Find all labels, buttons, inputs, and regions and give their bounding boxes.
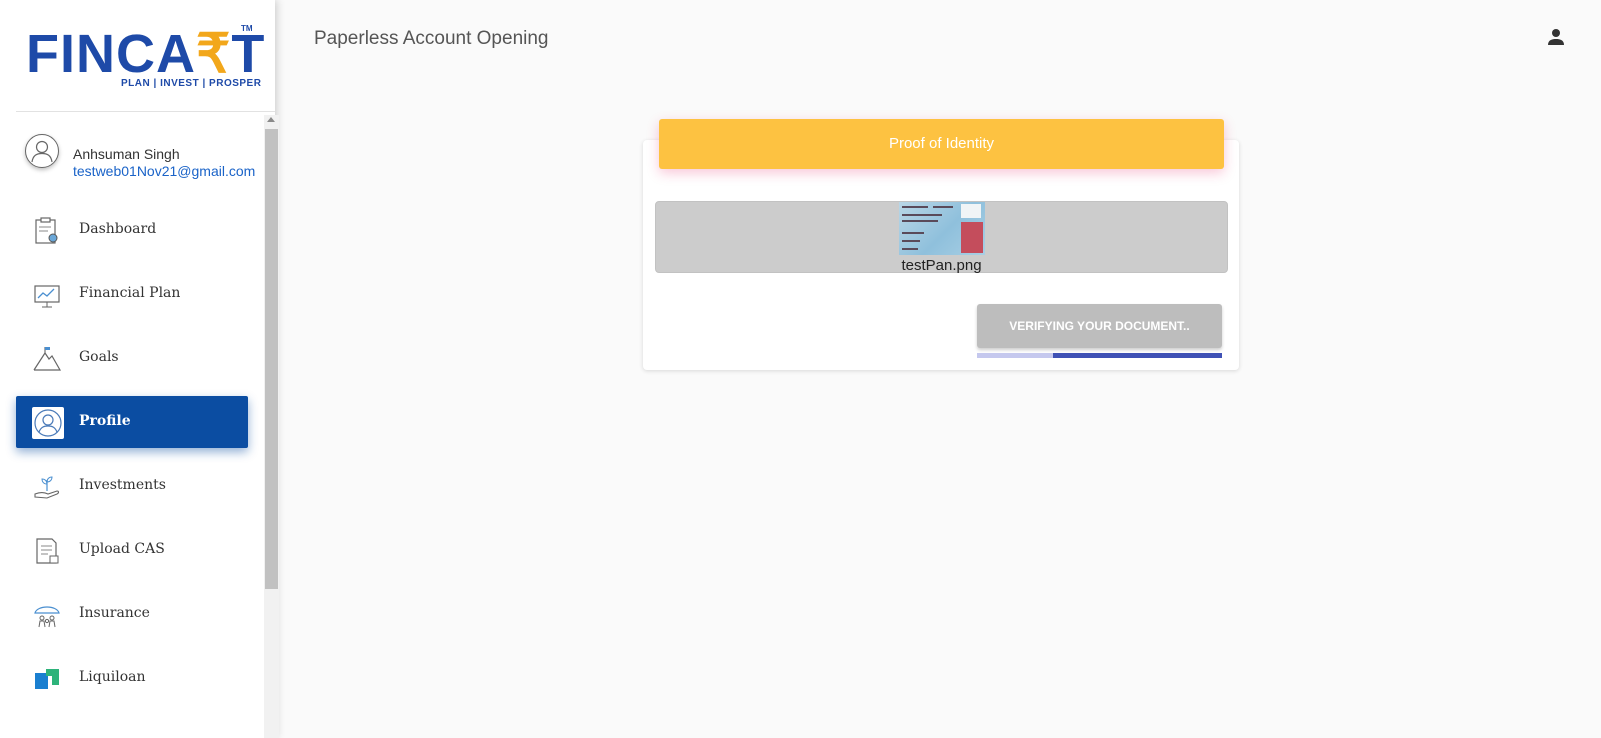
sidebar-item-label: Upload CAS [79, 541, 165, 557]
dashboard-clipboard-icon [32, 216, 62, 246]
sidebar-item-label: Financial Plan [79, 285, 181, 301]
logo-trademark: TM [241, 24, 253, 33]
sidebar-item-profile[interactable]: Profile [16, 396, 248, 448]
chart-board-icon [32, 280, 62, 310]
logo-tagline: PLAN | INVEST | PROSPER [121, 78, 262, 89]
sidebar: FINCA₹T TM PLAN | INVEST | PROSPER Anhsu… [0, 0, 279, 738]
user-email: testweb01Nov21@gmail.com [73, 163, 256, 179]
document-upload-icon [32, 536, 62, 566]
sidebar-item-label: Insurance [79, 605, 150, 621]
scrollbar-thumb[interactable] [265, 129, 278, 589]
umbrella-family-icon [32, 600, 62, 630]
verification-progress-fill [1053, 353, 1222, 358]
card-title: Proof of Identity [659, 119, 1224, 169]
plant-hand-icon [32, 472, 62, 502]
pan-card-thumbnail [899, 202, 985, 255]
liquiloan-logo-icon [32, 664, 62, 694]
sidebar-scrollbar[interactable] [264, 115, 279, 738]
user-name: Anhsuman Singh [73, 146, 180, 162]
logo-wordmark: FINCA₹T [26, 24, 266, 84]
sidebar-item-financial-plan[interactable]: Financial Plan [16, 268, 248, 320]
profile-avatar-icon [32, 407, 64, 439]
verification-progress-bar [977, 353, 1222, 358]
mountain-flag-icon [32, 344, 62, 374]
fincart-logo[interactable]: FINCA₹T TM PLAN | INVEST | PROSPER [16, 22, 264, 94]
sidebar-item-label: Liquiloan [79, 669, 146, 685]
sidebar-item-dashboard[interactable]: Dashboard [16, 204, 248, 256]
sidebar-item-upload-cas[interactable]: Upload CAS [16, 524, 248, 576]
sidebar-item-label: Dashboard [79, 221, 157, 237]
user-profile-block[interactable]: Anhsuman Singh testweb01Nov21@gmail.com [25, 134, 265, 184]
scroll-up-arrow-icon[interactable] [267, 117, 275, 122]
sidebar-item-goals[interactable]: Goals [16, 332, 248, 384]
document-file-name: testPan.png [901, 257, 982, 274]
verifying-document-button[interactable]: VERIFYING YOUR DOCUMENT.. [977, 304, 1222, 348]
sidebar-item-label: Investments [79, 477, 166, 493]
sidebar-nav: Dashboard Financial Plan Goals Profile I… [16, 204, 248, 716]
logo-divider [16, 111, 275, 112]
uploaded-document-box[interactable]: testPan.png [655, 201, 1228, 274]
sidebar-item-investments[interactable]: Investments [16, 460, 248, 512]
page-title: Paperless Account Opening [314, 28, 549, 49]
sidebar-item-insurance[interactable]: Insurance [16, 588, 248, 640]
account-icon[interactable] [1546, 27, 1566, 47]
sidebar-item-liquiloan[interactable]: Liquiloan [16, 652, 248, 704]
sidebar-item-label: Profile [79, 413, 131, 429]
user-avatar-icon [25, 134, 59, 168]
sidebar-item-label: Goals [79, 349, 119, 365]
